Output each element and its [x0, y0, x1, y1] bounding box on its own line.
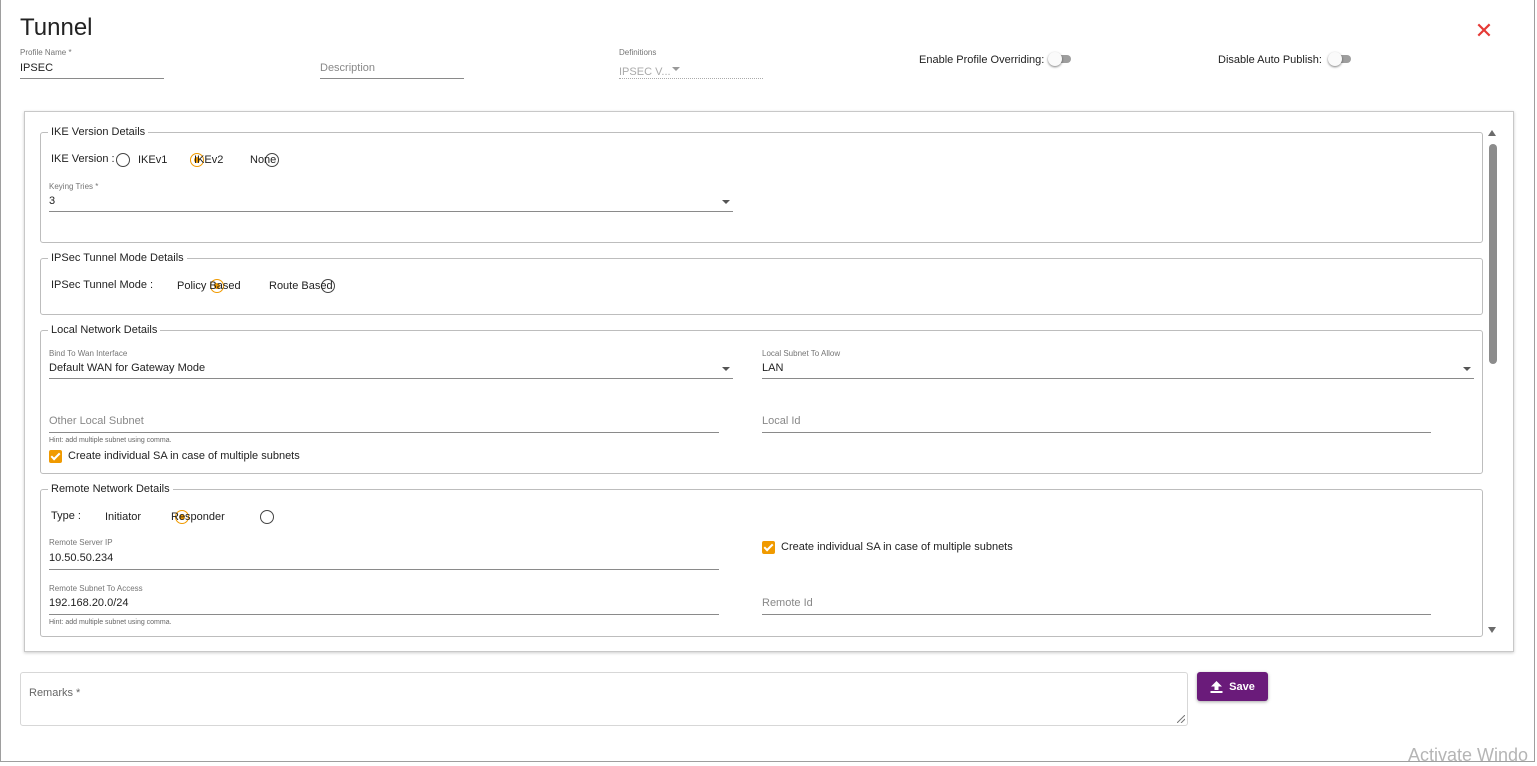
radio-route-based-label: Route Based — [269, 280, 333, 292]
bind-wan-select[interactable]: Default WAN for Gateway Mode — [49, 362, 733, 379]
upload-icon — [1210, 680, 1223, 693]
chevron-down-icon — [672, 67, 680, 71]
disable-auto-publish-label: Disable Auto Publish: — [1218, 54, 1322, 66]
dialog-title: Tunnel — [20, 14, 93, 41]
scrollbar-thumb[interactable] — [1489, 144, 1497, 364]
ipsec-mode-label: IPSec Tunnel Mode : — [51, 279, 154, 291]
local-section-legend: Local Network Details — [51, 324, 158, 336]
local-id-input[interactable]: Local Id — [762, 415, 1431, 433]
save-button[interactable]: Save — [1197, 672, 1268, 701]
local-individual-sa-label: Create individual SA in case of multiple… — [68, 450, 300, 462]
keying-tries-label: Keying Tries * — [49, 182, 99, 191]
remote-server-ip-label: Remote Server IP — [49, 538, 113, 547]
remote-subnet-input[interactable]: 192.168.20.0/24 — [49, 597, 719, 615]
remote-type-label: Type : — [51, 510, 81, 522]
remote-subnet-hint: Hint: add multiple subnet using comma. — [49, 619, 172, 626]
remote-individual-sa-label: Create individual SA in case of multiple… — [781, 541, 1013, 553]
ipsec-tunnel-mode-section: IPSec Tunnel Mode Details — [40, 252, 1483, 315]
enable-profile-overriding-toggle[interactable] — [1048, 52, 1071, 66]
ike-section-legend: IKE Version Details — [51, 126, 146, 138]
local-subnet-hint: Hint: add multiple subnet using comma. — [49, 437, 172, 444]
remote-id-input[interactable]: Remote Id — [762, 597, 1431, 615]
radio-policy-based-label: Policy Based — [177, 280, 241, 292]
description-input[interactable]: Description — [320, 62, 464, 79]
enable-profile-overriding-label: Enable Profile Overriding: — [919, 54, 1045, 66]
close-icon[interactable]: ✕ — [1474, 20, 1494, 42]
keying-tries-select[interactable]: 3 — [49, 195, 733, 212]
other-local-subnet-input[interactable]: Other Local Subnet — [49, 415, 719, 433]
ike-version-label: IKE Version : — [51, 153, 115, 165]
profile-name-input[interactable]: IPSEC — [20, 62, 164, 79]
remote-section-legend: Remote Network Details — [51, 483, 170, 495]
radio-ikev1-label: IKEv1 — [138, 154, 168, 166]
disable-auto-publish-toggle[interactable] — [1328, 52, 1351, 66]
radio-ikev2-label: IKEv2 — [194, 154, 224, 166]
save-button-label: Save — [1229, 680, 1255, 693]
radio-ikev1[interactable] — [116, 153, 130, 167]
radio-none-label: None — [250, 154, 277, 166]
remote-server-ip-input[interactable]: 10.50.50.234 — [49, 552, 719, 570]
keying-tries-value: 3 — [49, 195, 56, 207]
bind-wan-value: Default WAN for Gateway Mode — [49, 362, 206, 374]
chevron-down-icon — [722, 200, 730, 204]
remote-individual-sa-checkbox[interactable] — [762, 541, 775, 554]
scroll-down-icon[interactable] — [1488, 627, 1496, 633]
definitions-label: Definitions — [619, 48, 657, 57]
profile-name-label: Profile Name * — [20, 48, 72, 57]
ike-version-section: IKE Version Details — [40, 126, 1483, 243]
definitions-select[interactable]: IPSEC V... — [619, 62, 763, 79]
definitions-value: IPSEC V... — [619, 66, 671, 78]
remarks-placeholder: Remarks * — [29, 687, 81, 699]
remarks-textarea[interactable]: Remarks * — [20, 672, 1188, 726]
chevron-down-icon — [722, 367, 730, 371]
toggle-knob — [1048, 52, 1062, 66]
activate-windows-watermark: Activate Windo — [1408, 745, 1529, 765]
radio-responder-label: Responder — [171, 511, 225, 523]
toggle-knob — [1328, 52, 1342, 66]
resize-handle-icon[interactable] — [1177, 715, 1185, 723]
local-subnet-value: LAN — [762, 362, 784, 374]
radio-responder[interactable] — [259, 510, 274, 524]
bind-wan-label: Bind To Wan Interface — [49, 349, 128, 358]
local-subnet-label: Local Subnet To Allow — [762, 349, 841, 358]
chevron-down-icon — [1463, 367, 1471, 371]
local-individual-sa-checkbox[interactable] — [49, 450, 62, 463]
remote-subnet-label: Remote Subnet To Access — [49, 584, 143, 593]
local-subnet-select[interactable]: LAN — [762, 362, 1474, 379]
scroll-up-icon[interactable] — [1488, 130, 1496, 136]
radio-initiator-label: Initiator — [105, 511, 142, 523]
ipsec-section-legend: IPSec Tunnel Mode Details — [51, 252, 184, 264]
